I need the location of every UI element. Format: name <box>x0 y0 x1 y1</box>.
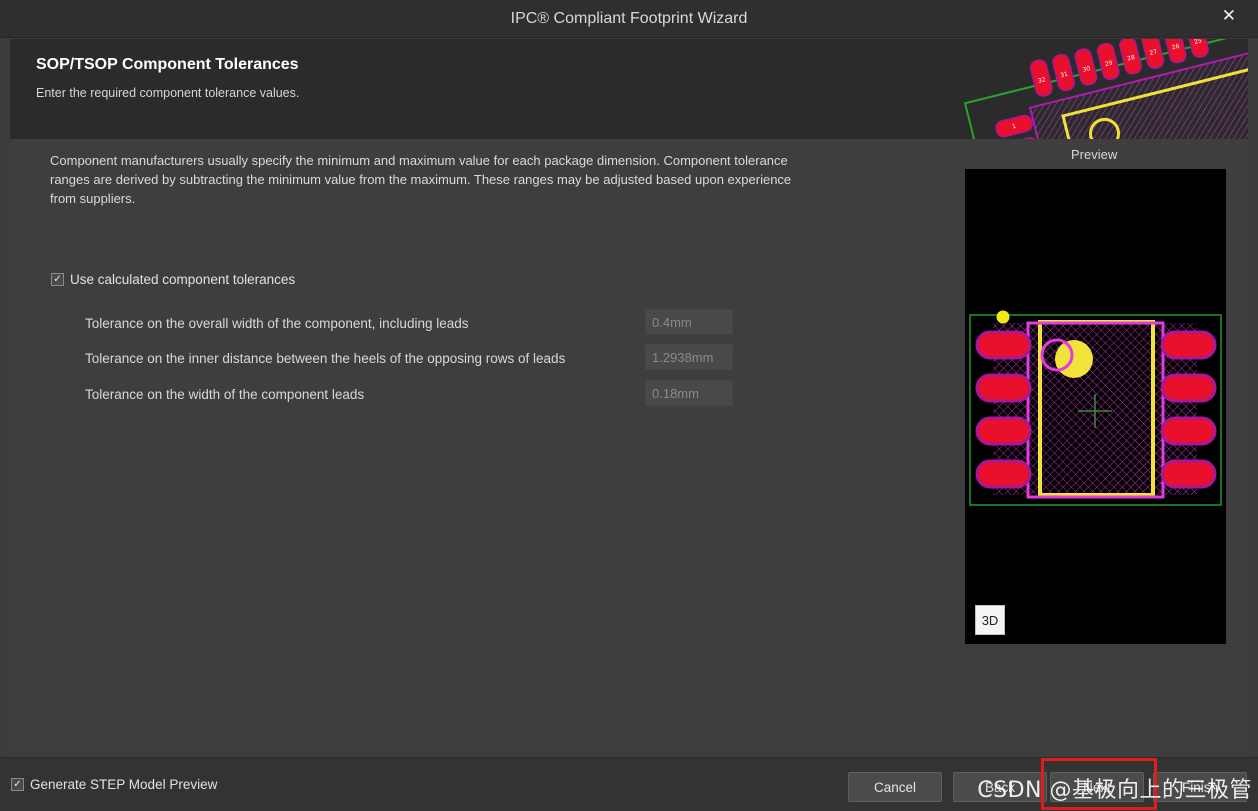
footprint-preview[interactable]: 3D <box>965 169 1226 644</box>
watermark: CSDN @基极向上的三极管 <box>977 778 1252 803</box>
wizard-body: Component manufacturers usually specify … <box>10 139 1248 757</box>
3d-view-button[interactable]: 3D <box>975 605 1005 635</box>
page-title: SOP/TSOP Component Tolerances <box>36 56 299 73</box>
generate-step-preview-label: Generate STEP Model Preview <box>30 777 218 792</box>
description-text: Component manufacturers usually specify … <box>50 153 792 206</box>
header-graphic: 32 31 30 29 28 27 26 25 1 2 3 <box>963 39 1248 139</box>
lead-width-tolerance-input[interactable] <box>645 380 733 406</box>
overall-width-tolerance-label: Tolerance on the overall width of the co… <box>85 316 469 331</box>
pin1-marker <box>996 310 1010 324</box>
close-icon[interactable]: ✕ <box>1222 6 1236 26</box>
page-subtitle: Enter the required component tolerance v… <box>36 86 300 100</box>
generate-step-preview-checkbox[interactable]: ✓ <box>11 778 24 791</box>
cancel-button[interactable]: Cancel <box>848 772 942 802</box>
wizard-footer: ✓ Generate STEP Model Preview Cancel Bac… <box>0 757 1258 811</box>
use-calculated-tolerances-row[interactable]: ✓ Use calculated component tolerances <box>51 272 295 287</box>
heel-distance-tolerance-input[interactable] <box>645 344 733 370</box>
footprint-preview-graphic <box>969 310 1222 506</box>
pin1-dot <box>1055 340 1093 378</box>
title-bar: IPC® Compliant Footprint Wizard ✕ <box>0 0 1258 38</box>
window-title: IPC® Compliant Footprint Wizard <box>510 10 748 27</box>
use-calculated-tolerances-checkbox[interactable]: ✓ <box>51 273 64 286</box>
generate-step-preview-row[interactable]: ✓ Generate STEP Model Preview <box>11 777 217 792</box>
wizard-header: SOP/TSOP Component Tolerances Enter the … <box>10 39 1248 139</box>
heel-distance-tolerance-label: Tolerance on the inner distance between … <box>85 351 566 366</box>
preview-label: Preview <box>1071 147 1118 162</box>
overall-width-tolerance-input[interactable] <box>645 309 733 335</box>
use-calculated-tolerances-label: Use calculated component tolerances <box>70 272 296 287</box>
lead-width-tolerance-label: Tolerance on the width of the component … <box>85 387 365 402</box>
